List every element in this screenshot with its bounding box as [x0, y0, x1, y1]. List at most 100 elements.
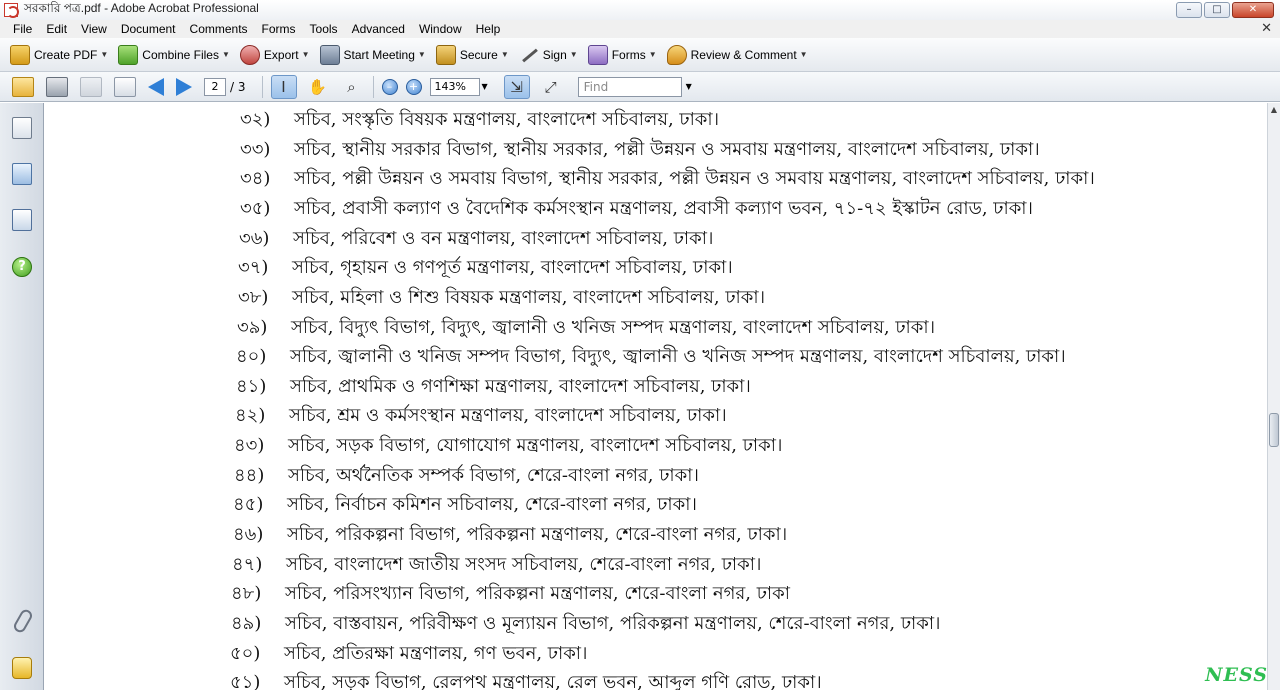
menu-forms[interactable]: Forms: [255, 22, 303, 36]
start-meeting-label: Start Meeting: [343, 47, 415, 62]
watermark-logo: NESS: [1205, 664, 1268, 686]
help-icon[interactable]: ?: [12, 257, 32, 277]
list-item: ৪৫) সচিব, নির্বাচন কমিশন সচিবালয়, শেরে-ব…: [233, 494, 697, 515]
list-item: ৪২) সচিব, শ্রম ও কর্মসংস্থান মন্ত্রণালয়,…: [235, 405, 727, 426]
chevron-down-icon: ▼: [500, 50, 509, 59]
lock-icon: [435, 44, 456, 65]
list-item: ৪০) সচিব, জ্বালানী ও খনিজ সম্পদ বিভাগ, বি…: [236, 346, 1066, 367]
chevron-down-icon[interactable]: ▼: [482, 82, 488, 91]
printer-icon[interactable]: [46, 76, 68, 97]
minimize-button[interactable]: –: [1176, 2, 1202, 18]
fit-page-icon[interactable]: ⇲: [503, 74, 530, 99]
find-input[interactable]: Find: [577, 76, 682, 97]
list-item: ৪৯) সচিব, বাস্তবায়ন, পরিবীক্ষণ ও মূল্যায…: [231, 613, 941, 634]
menu-help[interactable]: Help: [469, 22, 508, 36]
export-icon: [239, 44, 260, 65]
list-item: ৪৬) সচিব, পরিকল্পনা বিভাগ, পরিকল্পনা মন্ত…: [233, 524, 788, 545]
menu-window[interactable]: Window: [412, 22, 469, 36]
list-item: ৩৫) সচিব, প্রবাসী কল্যাণ ও বৈদেশিক কর্মসং…: [240, 198, 1033, 219]
pages-panel-icon[interactable]: [12, 117, 32, 139]
marquee-zoom-icon[interactable]: ⌕: [339, 75, 365, 99]
combine-files-button[interactable]: Combine Files ▼: [118, 44, 230, 65]
toolbar-divider: [261, 75, 263, 98]
save-icon[interactable]: [80, 76, 102, 97]
export-button[interactable]: Export ▼: [239, 44, 310, 65]
list-item: ৫১) সচিব, সড়ক বিভাগ, রেলপথ মন্ত্রণালয়, …: [230, 672, 822, 690]
review-comment-label: Review & Comment: [690, 47, 797, 62]
acrobat-app-icon: [4, 3, 19, 18]
hand-tool-icon[interactable]: ✋: [305, 75, 331, 99]
maximize-button[interactable]: □: [1204, 2, 1230, 18]
zoom-in-icon[interactable]: +: [405, 78, 422, 95]
list-item: ৩৬) সচিব, পরিবেশ ও বন মন্ত্রণালয়, বাংলাদ…: [239, 228, 714, 249]
forms-label: Forms: [611, 47, 646, 62]
document-page[interactable]: ৩২) সচিব, সংস্কৃতি বিষয়ক মন্ত্রণালয়, বা…: [45, 103, 1267, 690]
navigation-pane: ?: [0, 103, 44, 690]
menu-tools[interactable]: Tools: [303, 22, 345, 36]
menu-advanced[interactable]: Advanced: [345, 22, 412, 36]
page-total: / 3: [230, 79, 246, 94]
select-tool-icon[interactable]: I: [270, 74, 297, 99]
forms-icon: [587, 44, 608, 65]
email-icon[interactable]: [114, 76, 136, 97]
task-toolbar: Create PDF ▼ Combine Files ▼ Export ▼ St…: [0, 38, 1280, 72]
document-close-icon[interactable]: ✕: [1261, 21, 1272, 36]
list-item: ৪৭) সচিব, বাংলাদেশ জাতীয় সংসদ সচিবালয়, …: [232, 554, 762, 575]
list-item: ৫০) সচিব, প্রতিরক্ষা মন্ত্রণালয়, গণ ভবন,…: [230, 643, 588, 664]
open-folder-icon[interactable]: [12, 76, 34, 97]
sign-label: Sign: [542, 47, 567, 62]
chevron-down-icon: ▼: [569, 50, 578, 59]
chevron-down-icon: ▼: [100, 50, 109, 59]
chevron-down-icon: ▼: [301, 50, 310, 59]
chevron-down-icon[interactable]: ▼: [686, 82, 692, 91]
vertical-scrollbar[interactable]: ▲: [1267, 103, 1280, 690]
next-page-icon[interactable]: [176, 77, 192, 96]
page-number-input[interactable]: 2: [204, 77, 226, 96]
list-item: ৪৮) সচিব, পরিসংখ্যান বিভাগ, পরিকল্পনা মন্…: [231, 583, 790, 604]
menu-comments[interactable]: Comments: [183, 22, 255, 36]
zoom-out-icon[interactable]: –: [381, 78, 398, 95]
previous-page-icon[interactable]: [148, 77, 164, 96]
forms-button[interactable]: Forms ▼: [587, 44, 657, 65]
menu-view[interactable]: View: [74, 22, 114, 36]
sign-button[interactable]: Sign ▼: [519, 45, 578, 65]
meeting-icon: [319, 44, 340, 65]
scrollbar-thumb[interactable]: [1269, 413, 1279, 447]
list-item: ৩৯) সচিব, বিদ্যুৎ বিভাগ, বিদ্যুৎ, জ্বালান…: [237, 317, 936, 338]
list-item: ৪১) সচিব, প্রাথমিক ও গণশিক্ষা মন্ত্রণালয়…: [236, 376, 751, 397]
secure-label: Secure: [459, 47, 498, 62]
list-item: ৪৩) সচিব, সড়ক বিভাগ, যোগাযোগ মন্ত্রণালয়…: [234, 435, 783, 456]
secure-button[interactable]: Secure ▼: [435, 44, 509, 65]
menu-file[interactable]: File: [6, 22, 39, 36]
create-pdf-button[interactable]: Create PDF ▼: [10, 44, 109, 65]
create-pdf-icon: [10, 44, 30, 65]
list-item: ৩৮) সচিব, মহিলা ও শিশু বিষয়ক মন্ত্রণালয়…: [238, 287, 766, 308]
close-button[interactable]: ✕: [1232, 2, 1274, 18]
scroll-up-icon[interactable]: ▲: [1268, 103, 1280, 117]
start-meeting-button[interactable]: Start Meeting ▼: [319, 44, 426, 65]
chevron-down-icon: ▼: [417, 50, 426, 59]
chevron-down-icon: ▼: [648, 50, 657, 59]
title-bar: সরকারি পত্র.pdf - Adobe Acrobat Professi…: [0, 0, 1280, 20]
full-screen-icon[interactable]: ⤢: [538, 75, 564, 99]
toolbar-divider: [372, 75, 374, 98]
pen-icon: [519, 45, 539, 65]
review-comment-button[interactable]: Review & Comment ▼: [666, 44, 808, 65]
list-item: ৪৪) সচিব, অর্থনৈতিক সম্পর্ক বিভাগ, শেরে-ব…: [234, 465, 699, 486]
comments-panel-icon[interactable]: [12, 657, 32, 679]
combine-files-label: Combine Files: [142, 47, 219, 62]
combine-files-icon: [118, 44, 139, 65]
bookmarks-panel-icon[interactable]: [12, 163, 32, 185]
list-item: ৩৩) সচিব, স্থানীয় সরকার বিভাগ, স্থানীয় …: [240, 139, 1040, 160]
window-controls: – □ ✕: [1176, 2, 1274, 18]
export-label: Export: [263, 47, 299, 62]
list-item: ৩৪) সচিব, পল্লী উন্নয়ন ও সমবায় বিভাগ, স…: [240, 168, 1095, 189]
comment-bubble-icon: [666, 44, 687, 65]
zoom-level-input[interactable]: 143%: [429, 77, 480, 96]
list-item: ৩৭) সচিব, গৃহায়ন ও গণপূর্ত মন্ত্রণালয়, …: [238, 257, 733, 278]
menu-edit[interactable]: Edit: [39, 22, 74, 36]
attachment-paperclip-icon[interactable]: [12, 609, 32, 631]
chevron-down-icon: ▼: [221, 50, 230, 59]
signatures-panel-icon[interactable]: [12, 209, 32, 231]
menu-document[interactable]: Document: [114, 22, 183, 36]
